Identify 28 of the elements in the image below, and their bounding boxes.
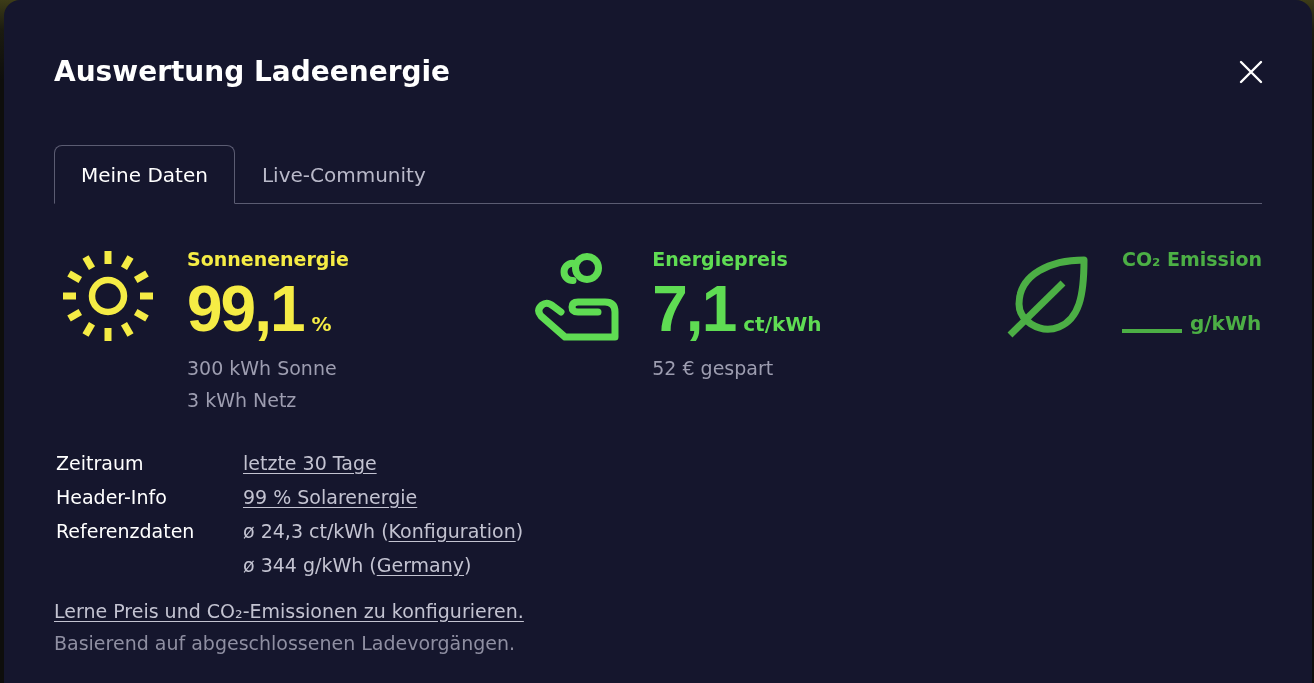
info-label: Zeitraum xyxy=(56,451,145,476)
stat-unit: g/kWh xyxy=(1189,311,1262,335)
info-link[interactable]: 99 % Solarenergie xyxy=(243,480,418,514)
stat-label: CO₂ Emission xyxy=(1121,247,1262,271)
stat-label: Sonnenenergie xyxy=(187,247,349,271)
stat-detail: 3 kWh Netz xyxy=(187,388,298,413)
close-button[interactable] xyxy=(1238,59,1264,85)
stat-value: 7,1 xyxy=(652,277,736,341)
stat-unit: ct/kWh xyxy=(743,312,822,336)
info-label: Header-Info xyxy=(56,485,168,510)
info-label: Referenzdaten xyxy=(56,519,196,544)
stat-unit: % xyxy=(311,312,332,336)
info-value: ø 24,3 ct/kWh (Konfiguration) xyxy=(243,519,524,544)
info-link[interactable]: Germany xyxy=(376,554,465,576)
footnote-text: Basierend auf abgeschlossenen Ladevorgängen. xyxy=(54,631,516,656)
info-value: ø 344 g/kWh (Germany) xyxy=(243,553,472,578)
stat-value: 99,1 xyxy=(187,277,304,341)
help-link[interactable]: Lerne Preis und CO₂-Emissionen zu konfigurieren. xyxy=(54,595,524,627)
close-icon xyxy=(1239,60,1263,84)
info-link[interactable]: letzte 30 Tage xyxy=(243,446,377,480)
tab[interactable]: Meine Daten xyxy=(54,145,235,204)
stat-detail: 300 kWh Sonne xyxy=(187,356,338,381)
info-link[interactable]: Konfiguration xyxy=(388,520,516,542)
tab[interactable]: Live-Community xyxy=(234,145,453,204)
dash-icon xyxy=(1121,329,1182,333)
stat-detail: 52 € gespart xyxy=(652,356,775,381)
dialog-title: Auswertung Ladeenergie xyxy=(54,54,451,90)
stat-label: Energiepreis xyxy=(652,247,789,271)
